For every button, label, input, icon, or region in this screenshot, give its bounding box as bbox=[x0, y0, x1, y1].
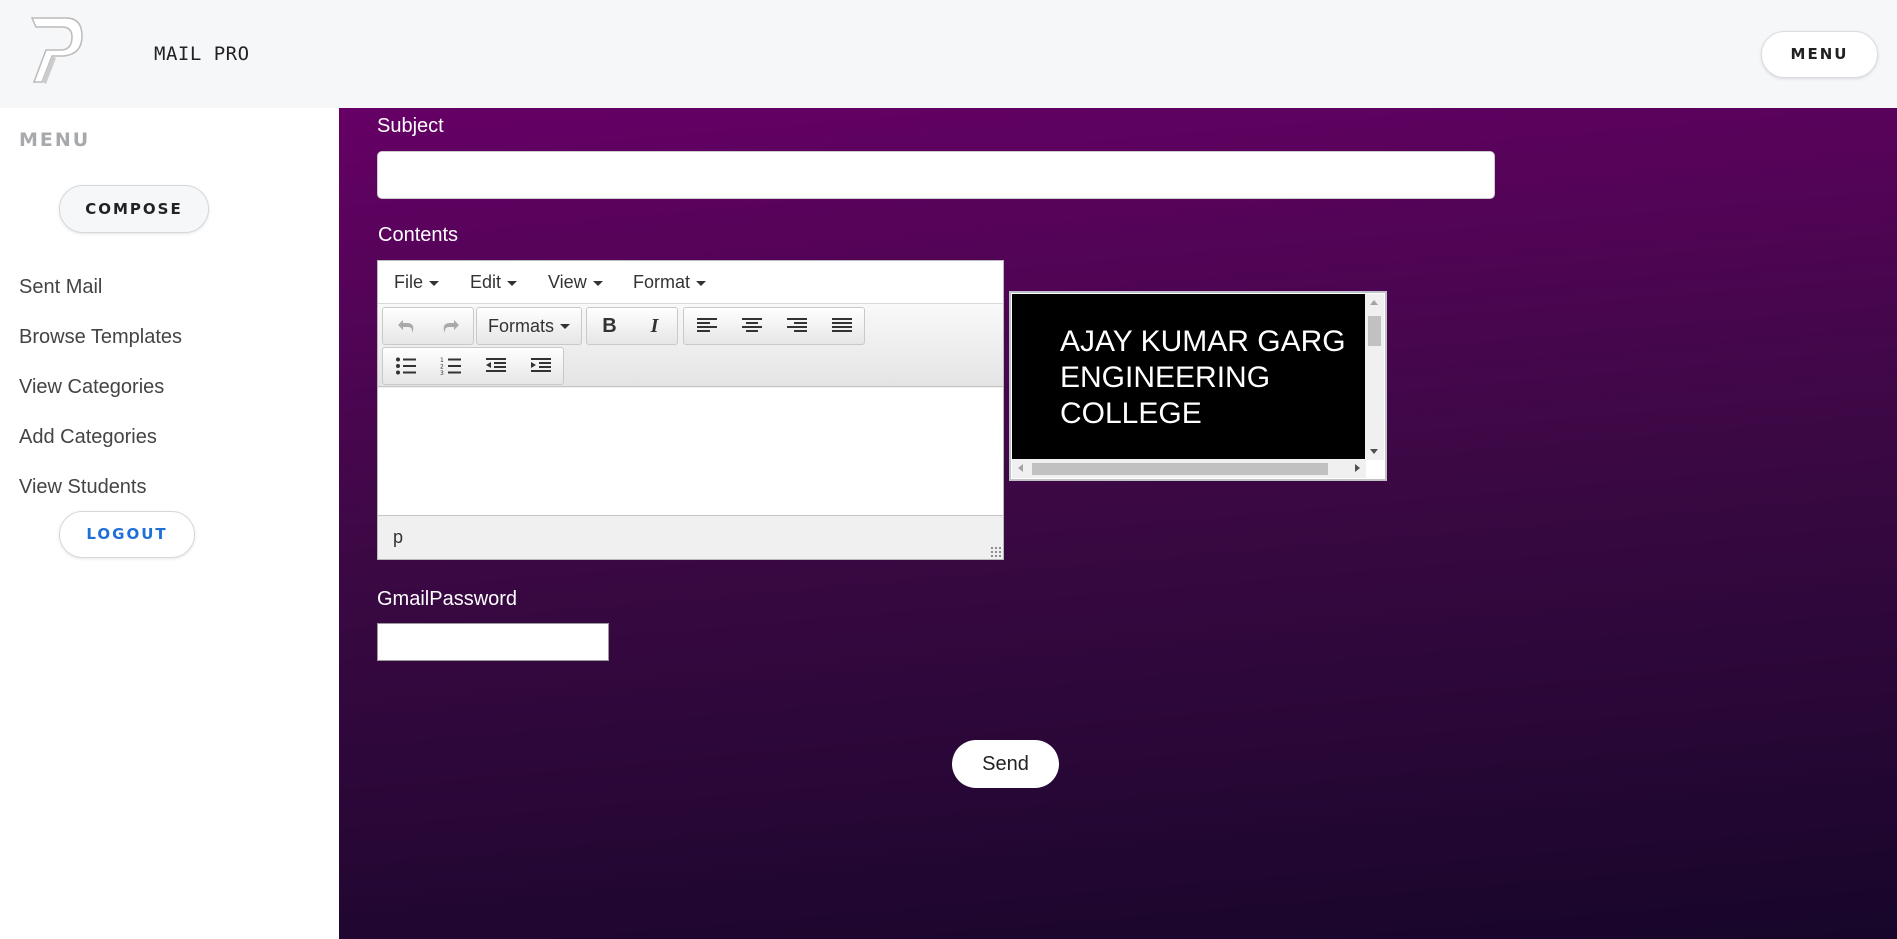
align-left-icon[interactable] bbox=[684, 308, 729, 344]
scroll-down-icon[interactable] bbox=[1370, 449, 1378, 454]
editor-menu-label: View bbox=[548, 272, 587, 292]
gmail-password-input[interactable] bbox=[377, 623, 609, 661]
menu-button[interactable]: MENU bbox=[1761, 31, 1878, 78]
bold-icon[interactable]: B bbox=[587, 308, 632, 344]
align-justify-icon[interactable] bbox=[819, 308, 864, 344]
subject-input[interactable] bbox=[377, 151, 1495, 199]
caret-down-icon bbox=[696, 280, 707, 286]
vertical-scrollbar[interactable] bbox=[1365, 294, 1384, 460]
style-group: B I bbox=[586, 307, 678, 345]
formats-label: Formats bbox=[487, 315, 554, 336]
numbered-list-icon[interactable]: 123 bbox=[428, 348, 473, 384]
subject-label: Subject bbox=[377, 115, 444, 137]
compose-button[interactable]: COMPOSE bbox=[59, 185, 209, 233]
formats-dropdown[interactable]: Formats bbox=[477, 308, 581, 344]
caret-down-icon bbox=[507, 280, 518, 286]
vertical-scroll-thumb[interactable] bbox=[1368, 316, 1381, 346]
alignment-group bbox=[683, 307, 865, 345]
align-center-icon[interactable] bbox=[729, 308, 774, 344]
italic-icon[interactable]: I bbox=[632, 308, 677, 344]
editor-toolbar: Formats B I 1 2 3 bbox=[378, 304, 1003, 387]
contents-label: Contents bbox=[378, 224, 459, 246]
editor-menu-label: Edit bbox=[470, 272, 502, 292]
formats-group: Formats bbox=[476, 307, 582, 345]
sidebar-item-sent-mail[interactable]: Sent Mail bbox=[19, 276, 102, 299]
sidebar-item-view-students[interactable]: View Students bbox=[19, 476, 147, 499]
editor-menu-format[interactable]: Format bbox=[633, 272, 707, 293]
preview-content: AJAY KUMAR GARG ENGINEERING COLLEGE bbox=[1012, 294, 1366, 460]
indent-icon[interactable] bbox=[518, 348, 563, 384]
logout-button[interactable]: LOGOUT bbox=[59, 511, 195, 558]
caret-down-icon bbox=[592, 280, 603, 286]
horizontal-scroll-thumb[interactable] bbox=[1032, 463, 1328, 475]
sidebar: MENU COMPOSE Sent Mail Browse Templates … bbox=[0, 108, 339, 939]
history-group bbox=[382, 307, 474, 345]
redo-icon[interactable] bbox=[428, 308, 473, 344]
sidebar-item-view-categories[interactable]: View Categories bbox=[19, 376, 164, 399]
resize-grip-icon[interactable] bbox=[990, 546, 1001, 557]
compose-panel: Subject Contents File Edit View Format F… bbox=[339, 108, 1897, 939]
scroll-right-icon[interactable] bbox=[1355, 464, 1360, 472]
top-header: MAIL PRO MENU bbox=[0, 0, 1897, 108]
editor-menu-edit[interactable]: Edit bbox=[470, 272, 518, 293]
scroll-up-icon[interactable] bbox=[1370, 300, 1378, 305]
sidebar-item-browse-templates[interactable]: Browse Templates bbox=[19, 326, 182, 349]
editor-menu-view[interactable]: View bbox=[548, 272, 603, 293]
sidebar-item-add-categories[interactable]: Add Categories bbox=[19, 426, 157, 449]
password-label: GmailPassword bbox=[377, 588, 518, 610]
editor-menu-label: Format bbox=[633, 272, 691, 292]
app-title: MAIL PRO bbox=[154, 43, 250, 65]
list-group: 123 bbox=[382, 347, 564, 385]
caret-down-icon bbox=[560, 323, 570, 329]
preview-text: AJAY KUMAR GARG ENGINEERING COLLEGE bbox=[1060, 325, 1346, 430]
caret-down-icon bbox=[429, 280, 440, 286]
sidebar-heading: MENU bbox=[19, 129, 91, 151]
editor-status-path: p bbox=[393, 527, 404, 547]
editor-menubar: File Edit View Format bbox=[378, 261, 1003, 304]
scroll-left-icon[interactable] bbox=[1018, 464, 1023, 472]
editor-content-area[interactable] bbox=[378, 388, 1003, 516]
align-right-icon[interactable] bbox=[774, 308, 819, 344]
editor-menu-label: File bbox=[394, 272, 424, 292]
template-preview-frame: AJAY KUMAR GARG ENGINEERING COLLEGE bbox=[1009, 291, 1387, 481]
svg-text:3: 3 bbox=[440, 370, 444, 375]
outdent-icon[interactable] bbox=[473, 348, 518, 384]
bullet-list-icon[interactable] bbox=[383, 348, 428, 384]
rich-text-editor: File Edit View Format Formats B I 1 2 3 … bbox=[377, 260, 1004, 560]
editor-menu-file[interactable]: File bbox=[394, 272, 440, 293]
stylized-p-logo-icon[interactable] bbox=[28, 16, 88, 88]
send-button[interactable]: Send bbox=[952, 740, 1059, 788]
undo-icon[interactable] bbox=[383, 308, 428, 344]
horizontal-scrollbar[interactable] bbox=[1012, 459, 1366, 478]
